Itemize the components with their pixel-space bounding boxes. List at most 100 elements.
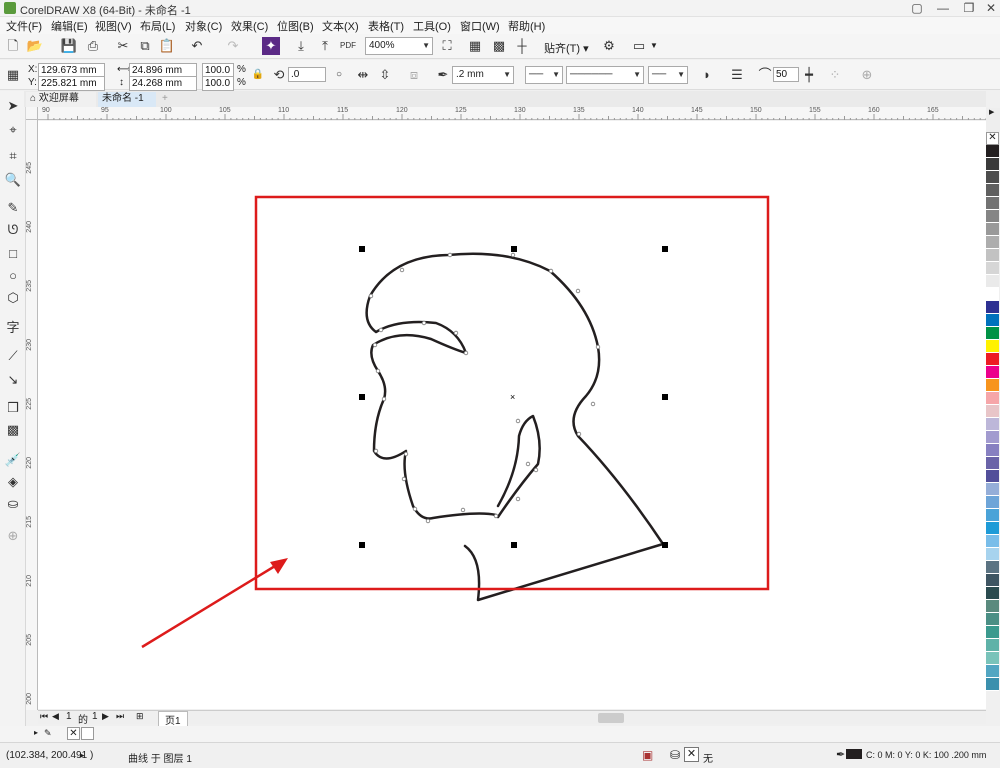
- color-proofing-icon[interactable]: ▣: [642, 748, 653, 762]
- show-grid-icon[interactable]: ▩: [490, 37, 508, 55]
- color-swatch[interactable]: [986, 262, 999, 275]
- object-origin-icon[interactable]: ▦: [4, 66, 22, 84]
- menu-table[interactable]: 表格(T): [368, 18, 404, 34]
- full-screen-icon[interactable]: ⛶: [438, 37, 456, 55]
- color-swatch[interactable]: [986, 392, 999, 405]
- menu-file[interactable]: 文件(F): [6, 18, 42, 34]
- rotation-angle-field[interactable]: .0: [288, 67, 326, 82]
- options-gear-icon[interactable]: ⚙: [600, 37, 618, 55]
- prev-page-icon[interactable]: ◀: [52, 711, 59, 722]
- new-tab-button[interactable]: +: [158, 92, 172, 107]
- connector-tool-icon[interactable]: ↘: [4, 371, 22, 389]
- color-swatch[interactable]: [986, 561, 999, 574]
- application-launcher-icon[interactable]: ▭: [630, 37, 648, 55]
- paste-icon[interactable]: 📋: [158, 37, 176, 55]
- color-swatch[interactable]: [986, 587, 999, 600]
- outline-color-swatch[interactable]: [846, 749, 862, 759]
- color-swatch[interactable]: [986, 236, 999, 249]
- menu-edit[interactable]: 编辑(E): [51, 18, 88, 34]
- add-page-icon[interactable]: ⊞: [136, 711, 144, 722]
- vertical-ruler[interactable]: 245 240 235 230 225 220 215 210 205 200: [26, 120, 38, 710]
- color-swatch[interactable]: [986, 613, 999, 626]
- head-profile-curve[interactable]: [365, 252, 665, 602]
- color-swatch[interactable]: [986, 665, 999, 678]
- start-arrowhead-dropdown[interactable]: ── ▼: [525, 66, 563, 84]
- tab-welcome-screen[interactable]: ⌂ 欢迎屏幕: [26, 92, 96, 107]
- copy-icon[interactable]: ⧉: [136, 37, 154, 55]
- color-swatch[interactable]: [986, 405, 999, 418]
- save-icon[interactable]: 💾: [60, 37, 78, 55]
- color-swatch[interactable]: [986, 366, 999, 379]
- color-swatch[interactable]: [986, 574, 999, 587]
- color-swatch[interactable]: [986, 535, 999, 548]
- color-swatch[interactable]: [986, 145, 999, 158]
- import-icon[interactable]: ⤓: [292, 37, 310, 55]
- mirror-vertical-icon[interactable]: ⇳: [376, 66, 394, 84]
- drop-shadow-tool-icon[interactable]: ❒: [4, 399, 22, 417]
- import-corel-icon[interactable]: ✦: [262, 37, 280, 55]
- end-arrowhead-dropdown[interactable]: ── ▼: [648, 66, 688, 84]
- extract-subpath-icon[interactable]: ⁘: [826, 66, 844, 84]
- launcher-chevron-down-icon[interactable]: ▼: [650, 41, 658, 50]
- redo-icon[interactable]: ↷: [224, 37, 242, 55]
- export-icon[interactable]: ⤒: [316, 37, 334, 55]
- color-swatch[interactable]: [986, 483, 999, 496]
- color-swatch[interactable]: [986, 626, 999, 639]
- line-style-dropdown[interactable]: ────── ▼: [566, 66, 644, 84]
- color-swatch[interactable]: [986, 275, 999, 288]
- color-swatch[interactable]: [986, 548, 999, 561]
- close-curve-icon[interactable]: ⧈: [405, 66, 423, 84]
- color-swatch[interactable]: [986, 158, 999, 171]
- close-button[interactable]: ✕: [978, 0, 1000, 17]
- menu-text[interactable]: 文本(X): [322, 18, 359, 34]
- eyedropper-icon[interactable]: ✎: [44, 728, 52, 739]
- color-swatch[interactable]: [986, 184, 999, 197]
- height-field[interactable]: 24.268 mm: [129, 76, 197, 91]
- color-swatch[interactable]: [986, 314, 999, 327]
- freehand-tool-icon[interactable]: ✎: [4, 199, 22, 217]
- publish-pdf-icon[interactable]: PDF: [339, 37, 357, 55]
- new-document-icon[interactable]: 🗋: [4, 37, 22, 55]
- color-swatch[interactable]: [986, 210, 999, 223]
- undo-icon[interactable]: ↶: [188, 37, 206, 55]
- color-swatch[interactable]: [986, 353, 999, 366]
- color-swatch[interactable]: [986, 509, 999, 522]
- rectangle-tool-icon[interactable]: □: [4, 245, 22, 263]
- color-swatch[interactable]: [986, 431, 999, 444]
- no-fill-swatch[interactable]: ✕: [67, 727, 80, 740]
- scrollbar-thumb[interactable]: [598, 713, 624, 723]
- color-swatch[interactable]: [986, 301, 999, 314]
- menu-tools[interactable]: 工具(O): [413, 18, 451, 34]
- lock-ratio-icon[interactable]: 🔒: [249, 66, 267, 84]
- mirror-horizontal-icon[interactable]: ⇹: [354, 66, 372, 84]
- menu-layout[interactable]: 布局(L): [140, 18, 175, 34]
- y-position-field[interactable]: 225.821 mm: [38, 76, 105, 91]
- minimize-button[interactable]: —: [930, 0, 956, 17]
- text-tool-icon[interactable]: 字: [4, 319, 22, 337]
- cut-icon[interactable]: ✂: [114, 37, 132, 55]
- zoom-level-dropdown[interactable]: 400% ▼: [365, 37, 433, 55]
- palette-scroll-arrow-icon[interactable]: ▶: [989, 108, 994, 116]
- menu-window[interactable]: 窗口(W): [460, 18, 500, 34]
- palette-menu-icon[interactable]: ▸: [34, 728, 38, 737]
- color-swatch[interactable]: [986, 470, 999, 483]
- no-color-swatch[interactable]: ✕: [986, 132, 999, 145]
- color-swatch[interactable]: [986, 600, 999, 613]
- color-swatch[interactable]: [986, 678, 999, 691]
- transparency-tool-icon[interactable]: ▩: [4, 421, 22, 439]
- horizontal-ruler[interactable]: 90 95 100 105 110 115 120 125 130 135 14…: [38, 107, 986, 120]
- ruler-origin[interactable]: [26, 107, 38, 120]
- color-swatch[interactable]: [986, 340, 999, 353]
- snap-to-dropdown[interactable]: 贴齐(T) ▾: [544, 40, 589, 56]
- pick-tool-icon[interactable]: ➤: [4, 97, 22, 115]
- polygon-tool-icon[interactable]: ⬡: [4, 289, 22, 307]
- open-icon[interactable]: 📂: [26, 37, 44, 55]
- color-swatch[interactable]: [986, 379, 999, 392]
- show-guidelines-icon[interactable]: ┼: [513, 37, 531, 55]
- outline-pen-icon[interactable]: ✒: [434, 66, 452, 84]
- first-page-icon[interactable]: ⏮: [40, 711, 48, 722]
- color-swatch[interactable]: [986, 288, 999, 301]
- color-swatch[interactable]: [986, 457, 999, 470]
- menu-object[interactable]: 对象(C): [185, 18, 222, 34]
- color-swatch[interactable]: [986, 418, 999, 431]
